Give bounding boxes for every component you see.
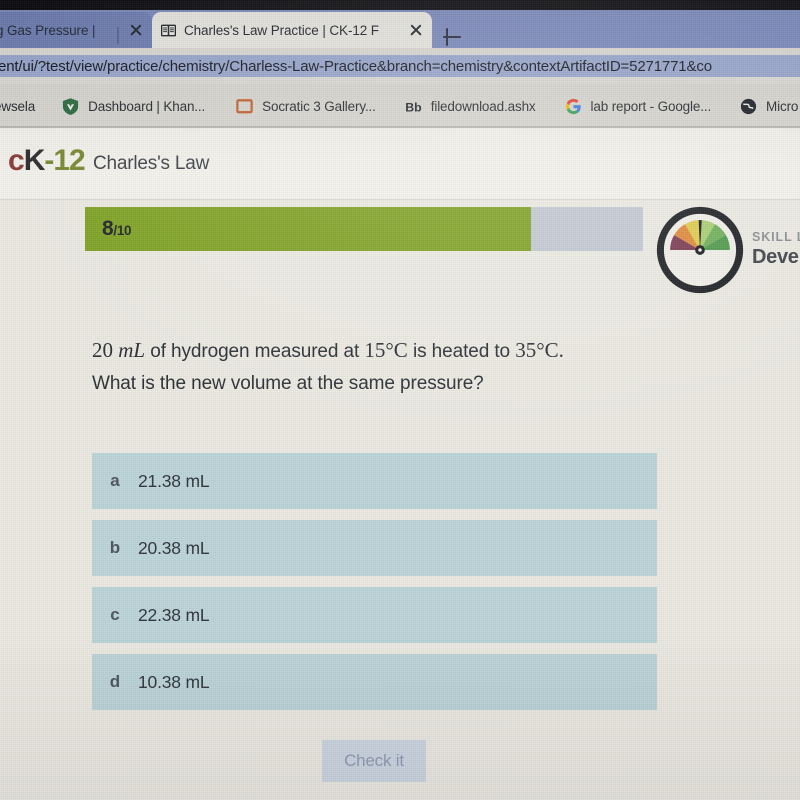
answer-option-b[interactable]: b 20.38 mL: [92, 520, 657, 576]
blackboard-bb-icon: Bb: [404, 97, 423, 116]
bookmark-label: Socratic 3 Gallery...: [262, 98, 376, 114]
bookmark-label: filedownload.ashx: [430, 98, 536, 114]
answer-option-c[interactable]: c 22.38 mL: [92, 587, 657, 643]
logo-letter-k: K: [23, 144, 46, 177]
tab-title: Charles's Law Practice | CK-12 F: [184, 22, 379, 38]
bookmark-microsoft[interactable]: Micro: [730, 84, 800, 128]
address-bar-selection[interactable]: ent/ui/?test/view/practice/chemistry/Cha…: [0, 55, 800, 77]
bookmark-label: ewsela: [0, 98, 36, 114]
bookmark-lab-report-google[interactable]: lab report - Google...: [555, 84, 721, 128]
monitor-bezel: [0, 0, 800, 10]
header-divider: [0, 199, 800, 200]
answer-options: a 21.38 mL b 20.38 mL c 22.38 mL d 10.38…: [92, 453, 657, 721]
question-text-1: of hydrogen measured at: [150, 341, 360, 362]
option-text: 21.38 mL: [138, 470, 210, 491]
close-icon[interactable]: [408, 22, 424, 38]
page-title: Charles's Law: [93, 153, 210, 174]
progress-label: 8/10: [102, 217, 132, 241]
browser-tab-strip: ting Gas Pressure | Charles's: [0, 10, 800, 48]
bookmark-label: Micro: [766, 98, 799, 114]
bookmark-label: lab report - Google...: [590, 98, 712, 114]
bookmarks-bar-divider: [0, 126, 800, 128]
answer-option-a[interactable]: a 21.38 mL: [92, 453, 657, 509]
bookmark-newsela[interactable]: ewsela: [0, 84, 44, 128]
bookmark-filedownload[interactable]: Bb filedownload.ashx: [395, 84, 545, 128]
question-unit-ml: mL: [118, 338, 146, 362]
google-g-icon: [564, 97, 583, 116]
skill-level-text: SKILL LEVEL Develo: [752, 230, 800, 269]
ck12-header: cK-12 Charles's Law: [0, 128, 800, 200]
bookmarks-bar: ewsela Dashboard | Khan... Socratic 3 Ga…: [0, 84, 800, 128]
option-letter: b: [109, 538, 121, 557]
bookmark-socratic-gallery[interactable]: Socratic 3 Gallery...: [226, 84, 385, 128]
question-period: .: [558, 338, 564, 362]
progress-bar-fill: [85, 207, 532, 251]
svg-text:Bb: Bb: [405, 100, 422, 114]
question-temp-final: 35°C: [515, 338, 559, 362]
logo-number: -12: [44, 144, 85, 177]
tab-title: ting Gas Pressure |: [0, 22, 96, 38]
ck12-page: cK-12 Charles's Law 8/10 SKILL Deve 20 m…: [0, 128, 800, 800]
option-text: 22.38 mL: [138, 604, 210, 625]
check-it-button[interactable]: Check it: [322, 740, 426, 782]
bookmark-label: Dashboard | Khan...: [88, 98, 206, 114]
progress-current: 8: [102, 217, 114, 240]
skill-level-label: SKILL LEVEL: [752, 230, 800, 244]
khan-shield-icon: [61, 97, 80, 116]
question-value-volume: 20: [92, 338, 113, 362]
question-text-2: is heated to: [412, 341, 511, 362]
option-text: 10.38 mL: [138, 671, 210, 692]
browser-tab-active[interactable]: Charles's Law Practice | CK-12 F: [152, 12, 432, 48]
screen-photo: ting Gas Pressure | Charles's: [0, 0, 800, 800]
option-letter: d: [109, 672, 121, 691]
book-icon: [160, 23, 177, 38]
progress-total: 10: [116, 223, 132, 238]
tab-divider: [117, 27, 119, 44]
skill-level-value: Develo: [752, 246, 800, 268]
question-line-1: 20 mL of hydrogen measured at 15°C is he…: [92, 334, 682, 368]
question-temp-initial: 15°C: [364, 338, 408, 362]
logo-letter-c: c: [8, 144, 25, 177]
globe-icon: [739, 97, 758, 116]
answer-option-d[interactable]: d 10.38 mL: [92, 654, 657, 710]
orange-square-icon: [235, 97, 254, 116]
gauge-icon: [656, 206, 744, 294]
option-text: 20.38 mL: [138, 537, 210, 558]
question-line-2: What is the new volume at the same press…: [92, 373, 484, 394]
new-tab-button[interactable]: [438, 23, 466, 51]
option-letter: a: [110, 471, 120, 490]
skill-level-widget: SKILL LEVEL Develo: [656, 206, 800, 298]
browser-tab-inactive[interactable]: ting Gas Pressure |: [0, 12, 152, 48]
address-bar-text: ent/ui/?test/view/practice/chemistry/Cha…: [0, 57, 712, 75]
address-bar-row: ent/ui/?test/view/practice/chemistry/Cha…: [0, 48, 800, 84]
question-block: 20 mL of hydrogen measured at 15°C is he…: [92, 334, 682, 400]
bookmark-khan-dashboard[interactable]: Dashboard | Khan...: [52, 84, 214, 128]
ck12-logo[interactable]: cK-12: [8, 144, 86, 177]
option-letter: c: [110, 605, 120, 624]
progress-bar: 8/10: [85, 207, 643, 251]
close-icon[interactable]: [128, 22, 144, 38]
